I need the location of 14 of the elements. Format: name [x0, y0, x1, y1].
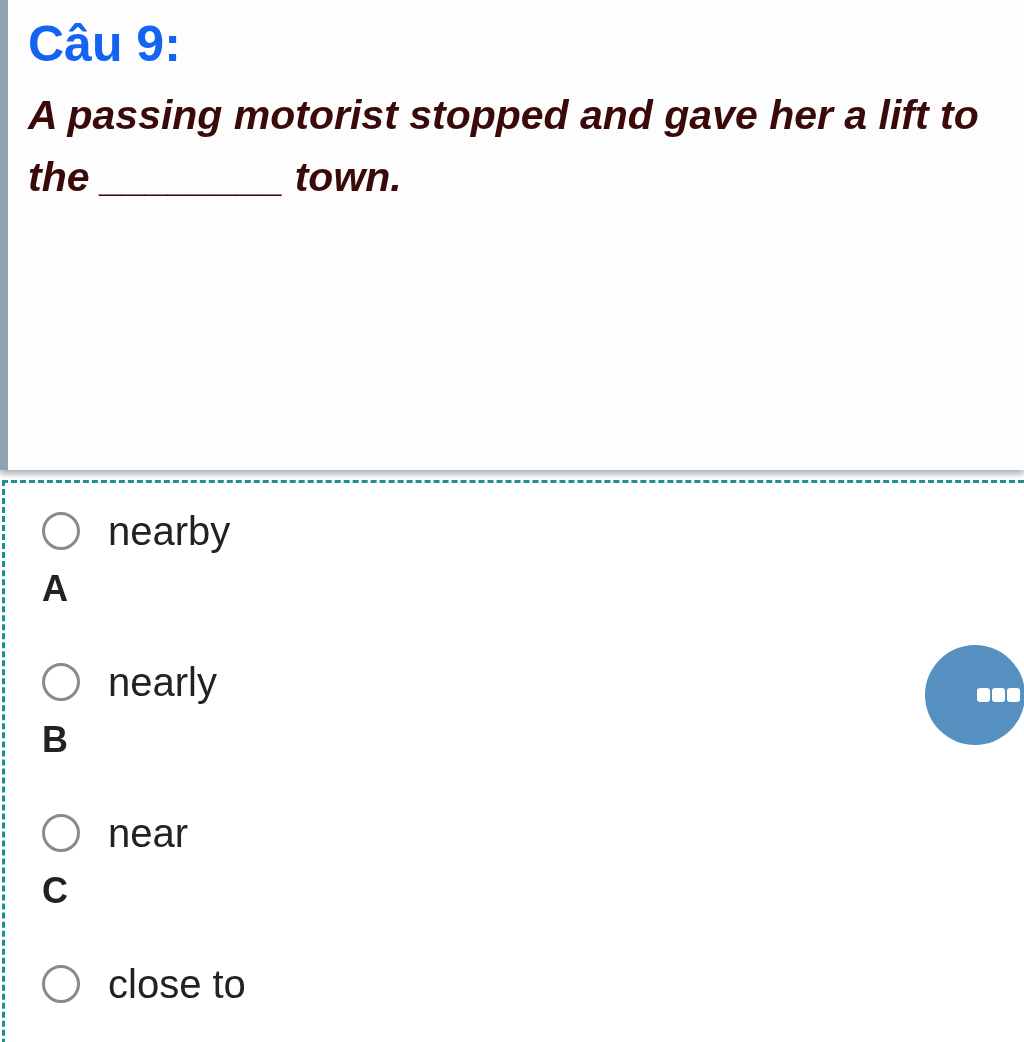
more-icon — [977, 688, 1021, 702]
option-letter: B — [42, 720, 68, 760]
question-number: Câu 9: — [28, 15, 182, 74]
radio-button[interactable] — [42, 663, 80, 701]
option-letter: C — [42, 871, 68, 911]
radio-button[interactable] — [42, 814, 80, 852]
answer-option[interactable]: near — [42, 811, 189, 855]
radio-button[interactable] — [42, 965, 80, 1003]
question-text: A passing motorist stopped and gave her a lift to the ________ town. — [28, 91, 980, 202]
answer-option[interactable]: close to — [42, 962, 246, 1006]
radio-button[interactable] — [42, 512, 80, 550]
answer-option[interactable]: nearby — [42, 509, 231, 553]
answer-option[interactable]: nearly — [42, 660, 217, 704]
option-letter: A — [42, 569, 68, 609]
